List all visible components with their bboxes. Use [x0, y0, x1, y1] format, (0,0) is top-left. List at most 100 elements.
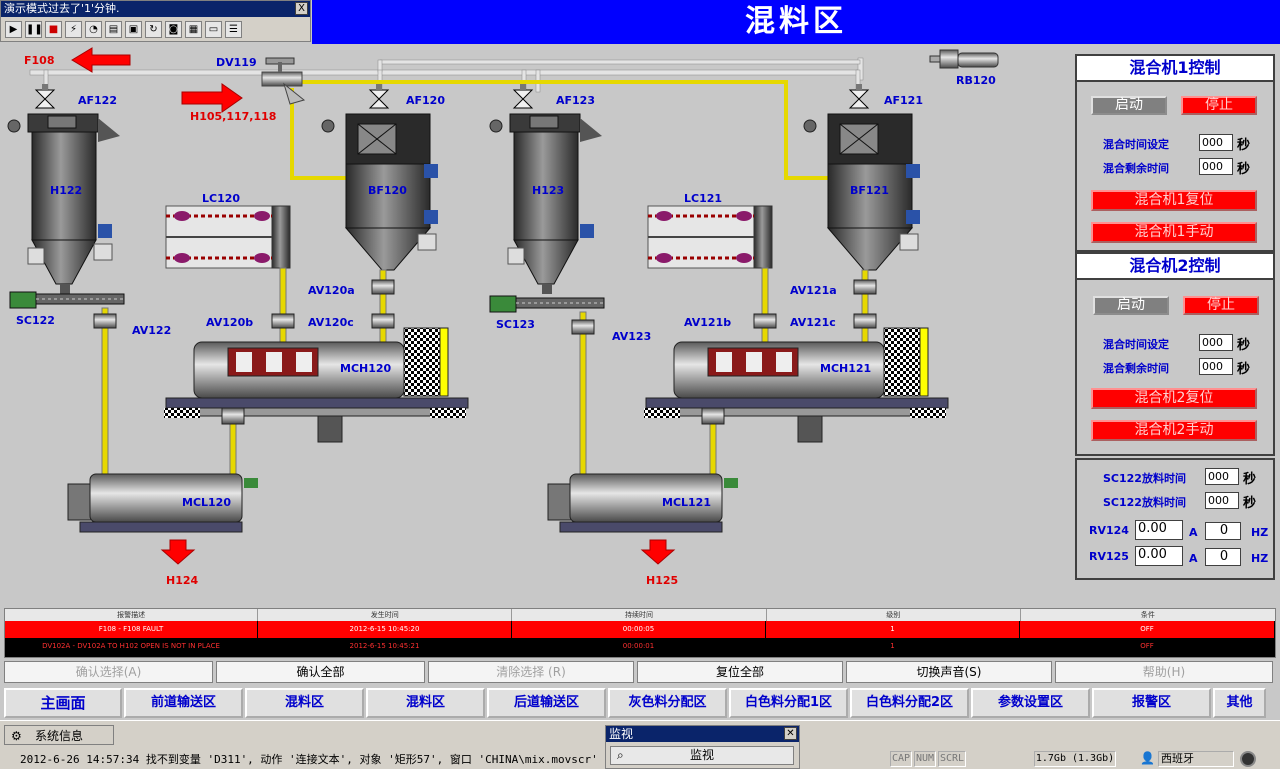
sc122-discharge-field-1[interactable]: 000	[1205, 468, 1239, 485]
mixer1-remain-unit: 秒	[1237, 162, 1251, 177]
status-bar: ⚙ 系统信息 2012-6-26 14:57:34 找不到变量 'D311', …	[0, 720, 1280, 769]
av121c-valve	[853, 313, 877, 329]
confirm-selected-button[interactable]: 确认选择(A)	[4, 661, 213, 683]
h123-hopper[interactable]	[489, 113, 602, 294]
user-icon: 👤	[1140, 751, 1155, 765]
reset-all-button[interactable]: 复位全部	[637, 661, 843, 683]
nav-alarms[interactable]: 报警区	[1092, 688, 1211, 718]
lc120-label: LC120	[202, 192, 241, 205]
memory-indicator: 1.7Gb (1.3Gb)	[1034, 751, 1116, 767]
rb120-blower[interactable]	[929, 49, 999, 69]
monitor-title: 监视	[606, 726, 799, 742]
rv124-freq-field[interactable]: 0	[1205, 522, 1241, 540]
system-info-tab[interactable]: ⚙ 系统信息	[4, 725, 114, 745]
stop-icon[interactable]: ■	[45, 21, 62, 38]
nav-mixing-2[interactable]: 混料区	[366, 688, 485, 718]
monitor-icon[interactable]: ▤	[105, 21, 122, 38]
alarm-cond: OFF	[1020, 621, 1275, 638]
confirm-all-button[interactable]: 确认全部	[216, 661, 425, 683]
monitor-button[interactable]: ⌕ 监视	[610, 746, 794, 765]
save-icon[interactable]: ▣	[125, 21, 142, 38]
alarm-header-duration[interactable]: 持续时间	[512, 609, 767, 621]
mixer2-set-time-field[interactable]: 000	[1199, 334, 1233, 351]
h122-hopper[interactable]	[7, 113, 120, 294]
nav-white-distribution-1[interactable]: 白色料分配1区	[729, 688, 848, 718]
af121-label: AF121	[884, 94, 923, 107]
nav-mixing-1[interactable]: 混料区	[245, 688, 364, 718]
rv125-hz-unit: HZ	[1251, 552, 1269, 565]
mixer1-stop-button[interactable]: 停止	[1181, 96, 1257, 115]
nav-main-screen[interactable]: 主画面	[4, 688, 122, 718]
mch121-mixer[interactable]	[644, 327, 949, 443]
pause-icon[interactable]: ❚❚	[25, 21, 43, 38]
h125-arrow	[640, 539, 676, 565]
alarm-time: 2012-6-15 10:45:21	[258, 638, 512, 655]
nav-white-distribution-2[interactable]: 白色料分配2区	[850, 688, 969, 718]
sc122-discharge-unit-1: 秒	[1243, 472, 1257, 487]
alarm-header-desc[interactable]: 报警描述	[5, 609, 259, 621]
av120b-label: AV120b	[206, 316, 254, 329]
chart-icon[interactable]: ◔	[85, 21, 102, 38]
help-button[interactable]: 帮助(H)	[1055, 661, 1273, 683]
alarm-cond: OFF	[1020, 638, 1275, 655]
lightning-icon[interactable]: ⚡	[65, 21, 82, 38]
system-info-icon: ⚙	[11, 729, 22, 743]
sc122-conveyor[interactable]	[9, 291, 125, 309]
alarm-header-level[interactable]: 级别	[767, 609, 1021, 621]
toggle-sound-button[interactable]: 切换声音(S)	[846, 661, 1052, 683]
av121a-label: AV121a	[790, 284, 837, 297]
nav-front-conveying[interactable]: 前道输送区	[124, 688, 243, 718]
alarm-button-bar: 确认选择(A) 确认全部 清除选择 (R) 复位全部 切换声音(S) 帮助(H)	[4, 661, 1276, 685]
mixer2-reset-button[interactable]: 混合机2复位	[1091, 388, 1257, 409]
window-icon[interactable]: ▭	[205, 21, 222, 38]
demo-window-title: 演示模式过去了'1'分钟.	[1, 1, 310, 17]
mixer2-remain-label: 混合剩余时间	[1103, 362, 1169, 375]
mixer2-manual-button[interactable]: 混合机2手动	[1091, 420, 1257, 441]
mixer1-manual-button[interactable]: 混合机1手动	[1091, 222, 1257, 243]
process-diagram: F108 H105,117,118 DV119 RB120 AF122 AF12…	[0, 44, 1073, 604]
mixer2-start-button[interactable]: 启动	[1093, 296, 1169, 315]
av121a-valve	[853, 279, 877, 295]
camera-icon[interactable]: ◙	[165, 21, 182, 38]
monitor-close-icon[interactable]: ✕	[784, 727, 797, 740]
alarm-level: 1	[766, 621, 1020, 638]
play-icon[interactable]: ▶	[5, 21, 22, 38]
mixer1-set-time-field[interactable]: 000	[1199, 134, 1233, 151]
af122-valve	[34, 84, 56, 109]
lc121-label: LC121	[684, 192, 723, 205]
clear-selected-button[interactable]: 清除选择 (R)	[428, 661, 634, 683]
sc123-conveyor[interactable]	[489, 295, 605, 313]
av122-label: AV122	[132, 324, 172, 337]
mixer2-stop-button[interactable]: 停止	[1183, 296, 1259, 315]
mixer1-start-button[interactable]: 启动	[1091, 96, 1167, 115]
scrl-indicator: SCRL	[938, 751, 966, 767]
mixer1-control-panel: 混合机1控制 启动 停止 混合时间设定 000 秒 混合剩余时间 000 秒 混…	[1075, 54, 1275, 252]
av121c-label: AV121c	[790, 316, 836, 329]
image-icon[interactable]: ▦	[185, 21, 202, 38]
demo-close-button[interactable]: X	[295, 2, 308, 15]
monitor-window: 监视 ✕ ⌕ 监视	[605, 725, 800, 769]
av120b-valve	[271, 313, 295, 329]
rv125-label: RV125	[1089, 550, 1129, 563]
rv125-freq-field[interactable]: 0	[1205, 548, 1241, 566]
alarm-row[interactable]: F108 - F108 FAULT 2012-6-15 10:45:20 00:…	[5, 621, 1275, 638]
mixer1-reset-button[interactable]: 混合机1复位	[1091, 190, 1257, 211]
dv119-valve[interactable]	[261, 57, 306, 105]
sc122-discharge-field-2[interactable]: 000	[1205, 492, 1239, 509]
nav-parameter-settings[interactable]: 参数设置区	[971, 688, 1090, 718]
av120a-valve	[371, 279, 395, 295]
lc121-unit[interactable]	[647, 205, 773, 269]
lc120-unit[interactable]	[165, 205, 291, 269]
refresh-icon[interactable]: ↻	[145, 21, 162, 38]
rv125-amp-unit: A	[1189, 552, 1198, 565]
nav-grey-distribution[interactable]: 灰色料分配区	[608, 688, 727, 718]
alarm-row[interactable]: DV102A - DV102A TO H102 OPEN IS NOT IN P…	[5, 638, 1275, 655]
nav-other[interactable]: 其他	[1213, 688, 1266, 718]
nav-rear-conveying[interactable]: 后道输送区	[487, 688, 606, 718]
alarm-header-cond[interactable]: 条件	[1021, 609, 1275, 621]
alarm-header-time[interactable]: 发生时间	[258, 609, 513, 621]
list-icon[interactable]: ☰	[225, 21, 242, 38]
sc122-label: SC122	[16, 314, 55, 327]
alarm-table[interactable]: 报警描述 发生时间 持续时间 级别 条件 F108 - F108 FAULT 2…	[4, 608, 1276, 658]
mch120-mixer[interactable]	[164, 327, 469, 443]
